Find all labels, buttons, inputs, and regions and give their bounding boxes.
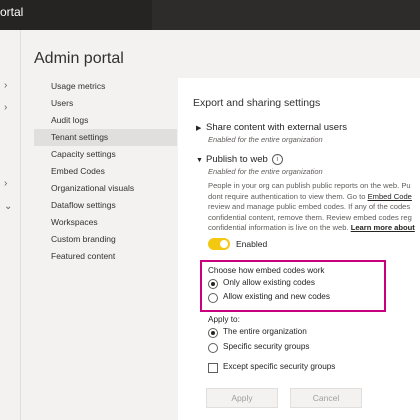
publish-toggle[interactable]	[208, 238, 230, 250]
desc-text: dont require authentication to view them…	[208, 191, 368, 201]
page-title: Admin portal	[34, 50, 124, 67]
apply-entire-org-label[interactable]: The entire organization	[223, 327, 307, 336]
admin-subnav: Usage metrics Users Audit logs Tenant se…	[34, 78, 177, 265]
desc-line: confidential information is live on the …	[208, 223, 420, 234]
subnav-item-dataflow-settings[interactable]: Dataflow settings	[34, 197, 177, 214]
subnav-item-tenant-settings[interactable]: Tenant settings	[34, 129, 177, 146]
subnav-item-organizational-visuals[interactable]: Organizational visuals	[34, 180, 177, 197]
settings-panel: Export and sharing settings ▶ Share conte…	[178, 78, 420, 420]
desc-line: People in your org can publish public re…	[208, 181, 411, 190]
left-rail: › › › ⌄	[0, 30, 21, 420]
toggle-knob	[220, 240, 228, 248]
publish-description: People in your org can publish public re…	[208, 181, 420, 234]
except-groups-label[interactable]: Except specific security groups	[223, 362, 335, 371]
publish-to-web-title: Publish to web	[206, 154, 268, 165]
subnav-item-embed-codes[interactable]: Embed Codes	[34, 163, 177, 180]
desc-line: dont require authentication to view them…	[208, 192, 420, 203]
embed-option-existing-radio[interactable]	[208, 279, 218, 289]
embed-code-link[interactable]: Embed Code	[368, 192, 412, 201]
except-groups-checkbox[interactable]	[208, 363, 218, 373]
toggle-label: Enabled	[236, 239, 268, 249]
subnav-item-capacity-settings[interactable]: Capacity settings	[34, 146, 177, 163]
subnav-item-usage-metrics[interactable]: Usage metrics	[34, 78, 177, 95]
chevron-down-icon[interactable]: ⌄	[4, 201, 12, 212]
chevron-right-icon[interactable]: ›	[4, 178, 7, 189]
subnav-item-audit-logs[interactable]: Audit logs	[34, 112, 177, 129]
desc-line: confidential content, remove them. Revie…	[208, 212, 412, 222]
caret-down-icon: ▼	[196, 157, 203, 164]
desc-line: review and manage public embed codes. If…	[208, 202, 411, 211]
window-title: ortal	[0, 5, 24, 19]
chevron-right-icon[interactable]: ›	[4, 80, 7, 91]
publish-to-web-header[interactable]: ▼ Publish to web i	[196, 154, 283, 165]
header-ribbon	[152, 0, 420, 30]
share-external-title: Share content with external users	[206, 122, 347, 133]
apply-to-label: Apply to:	[208, 315, 240, 324]
apply-entire-org-radio[interactable]	[208, 328, 218, 338]
embed-option-new-label[interactable]: Allow existing and new codes	[223, 292, 330, 301]
share-external-header[interactable]: ▶ Share content with external users	[196, 122, 347, 133]
learn-more-link[interactable]: Learn more about	[351, 223, 415, 232]
publish-to-web-subtitle: Enabled for the entire organization	[208, 167, 323, 176]
subnav-item-workspaces[interactable]: Workspaces	[34, 214, 177, 231]
embed-codes-label: Choose how embed codes work	[208, 266, 325, 275]
cancel-button[interactable]: Cancel	[290, 388, 362, 408]
info-icon[interactable]: i	[271, 154, 283, 165]
title-bar: ortal	[0, 0, 420, 30]
embed-option-new-radio[interactable]	[208, 293, 218, 303]
subnav-item-users[interactable]: Users	[34, 95, 177, 112]
apply-button[interactable]: Apply	[206, 388, 278, 408]
apply-security-groups-radio[interactable]	[208, 343, 218, 353]
caret-right-icon: ▶	[196, 125, 202, 132]
chevron-right-icon[interactable]: ›	[4, 102, 7, 113]
share-external-subtitle: Enabled for the entire organization	[208, 135, 323, 144]
desc-text: confidential information is live on the …	[208, 223, 351, 232]
apply-security-groups-label[interactable]: Specific security groups	[223, 342, 309, 351]
subnav-item-featured-content[interactable]: Featured content	[34, 248, 177, 265]
subnav-item-custom-branding[interactable]: Custom branding	[34, 231, 177, 248]
embed-option-existing-label[interactable]: Only allow existing codes	[223, 278, 315, 287]
section-title: Export and sharing settings	[193, 97, 321, 109]
